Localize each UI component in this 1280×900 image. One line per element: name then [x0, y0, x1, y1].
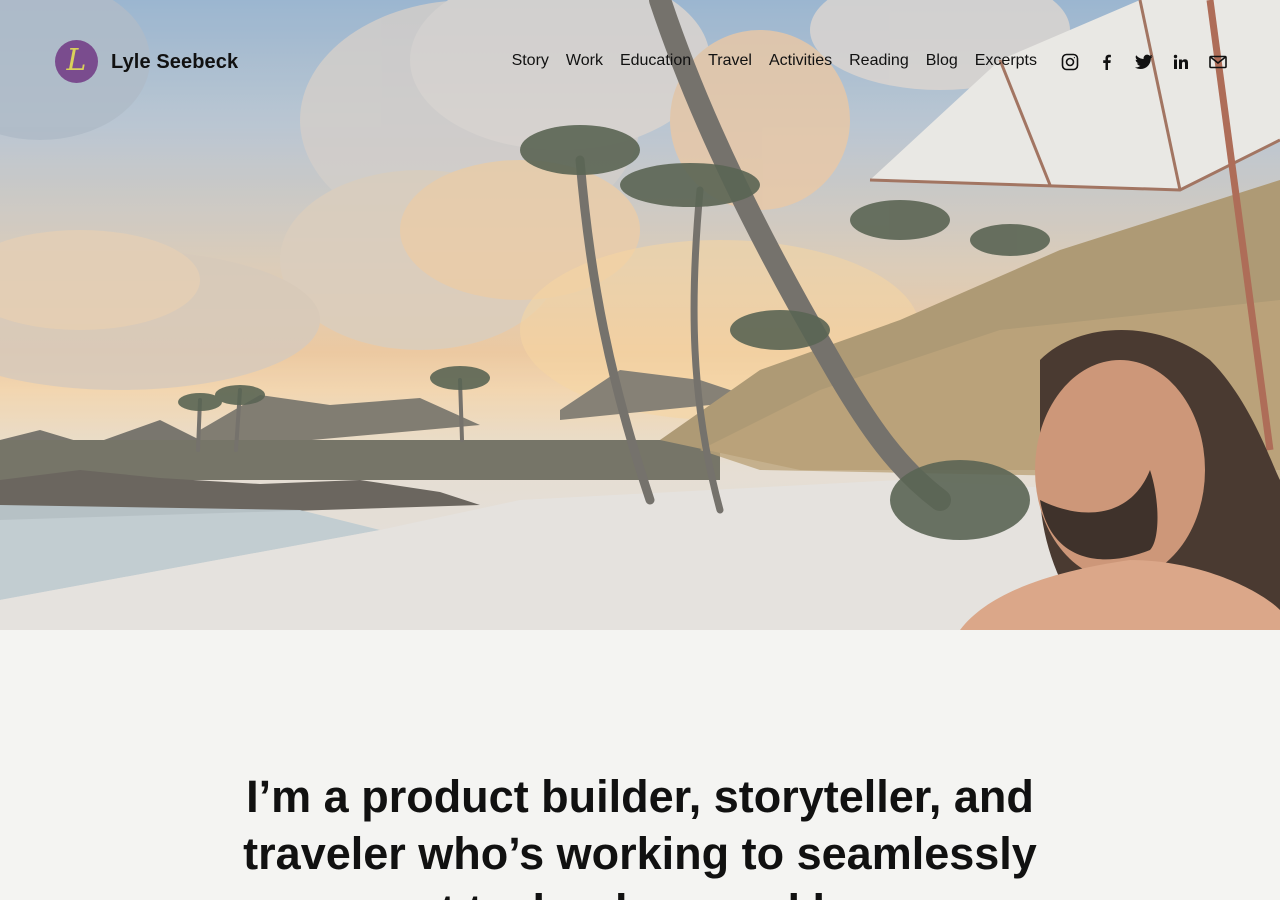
social-links — [1060, 52, 1228, 72]
linkedin-icon[interactable] — [1171, 52, 1191, 72]
twitter-icon[interactable] — [1134, 52, 1154, 72]
nav-item-education[interactable]: Education — [620, 52, 691, 70]
nav-item-reading[interactable]: Reading — [849, 52, 909, 70]
site-logo[interactable]: L — [55, 40, 98, 83]
site-title[interactable]: Lyle Seebeck — [111, 51, 238, 74]
nav-item-excerpts[interactable]: Excerpts — [975, 52, 1037, 70]
nav-item-activities[interactable]: Activities — [769, 52, 832, 70]
nav-item-story[interactable]: Story — [512, 52, 549, 70]
instagram-icon[interactable] — [1060, 52, 1080, 72]
main-nav: Story Work Education Travel Activities R… — [512, 52, 1037, 70]
site-header: L Lyle Seebeck Story Work Education Trav… — [0, 0, 1280, 124]
email-icon[interactable] — [1208, 52, 1228, 72]
facebook-icon[interactable] — [1097, 52, 1117, 72]
nav-item-blog[interactable]: Blog — [926, 52, 958, 70]
nav-item-travel[interactable]: Travel — [708, 52, 752, 70]
intro-headline: I’m a product builder, storyteller, and … — [243, 771, 1037, 900]
logo-letter: L — [66, 42, 87, 78]
intro-section: I’m a product builder, storyteller, and … — [0, 630, 1280, 900]
nav-item-work[interactable]: Work — [566, 52, 603, 70]
